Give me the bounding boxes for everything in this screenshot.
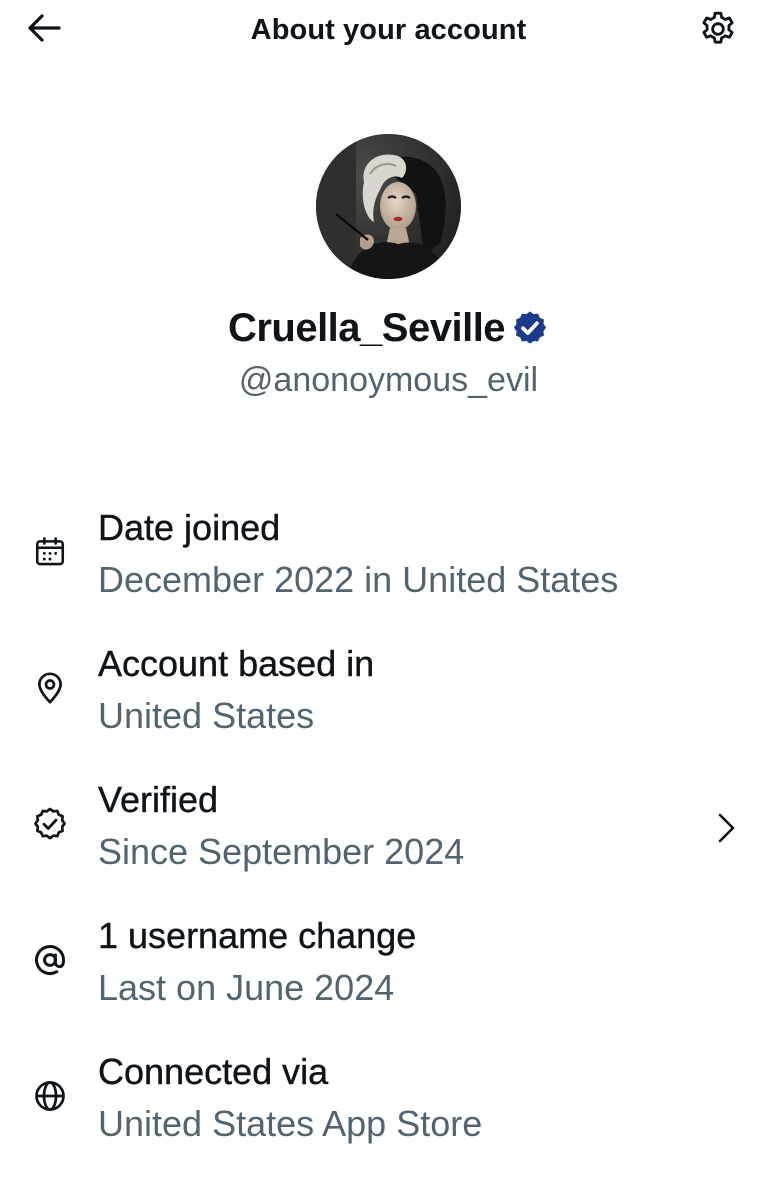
info-title: Account based in bbox=[98, 643, 375, 684]
settings-button[interactable] bbox=[697, 10, 739, 52]
display-name: Cruella_Seville bbox=[227, 306, 506, 350]
list-item-account-based-in: Account based in United States bbox=[0, 636, 777, 772]
info-subtitle: Since September 2024 bbox=[98, 831, 465, 872]
list-item-username-change: 1 username change Last on June 2024 bbox=[0, 908, 777, 1044]
chevron-right-icon[interactable] bbox=[712, 808, 742, 848]
info-title: Verified bbox=[98, 779, 219, 820]
gear-icon bbox=[698, 9, 738, 54]
page-title: About your account bbox=[250, 14, 527, 46]
list-item-date-joined: Date joined December 2022 in United Stat… bbox=[0, 500, 777, 636]
calendar-icon bbox=[30, 532, 70, 572]
info-subtitle: United States bbox=[98, 695, 315, 736]
location-pin-icon bbox=[30, 668, 70, 708]
globe-icon bbox=[30, 1076, 70, 1116]
top-bar: About your account bbox=[0, 0, 777, 62]
list-item-connected-via: Connected via United States App Store bbox=[0, 1044, 777, 1180]
info-subtitle: December 2022 in United States bbox=[98, 559, 619, 600]
list-item-verified[interactable]: Verified Since September 2024 bbox=[0, 772, 777, 908]
at-sign-icon bbox=[30, 940, 70, 980]
info-subtitle: Last on June 2024 bbox=[98, 967, 395, 1008]
verified-check-icon bbox=[30, 804, 70, 844]
info-subtitle: United States App Store bbox=[98, 1103, 483, 1144]
handle: @anonoymous_evil bbox=[238, 361, 539, 399]
verified-badge-icon[interactable] bbox=[511, 309, 549, 347]
info-title: 1 username change bbox=[98, 915, 417, 956]
info-title: Connected via bbox=[98, 1051, 329, 1092]
display-name-row: Cruella_Seville bbox=[0, 304, 777, 352]
info-title: Date joined bbox=[98, 507, 281, 548]
account-info-list: Date joined December 2022 in United Stat… bbox=[0, 500, 777, 1180]
avatar[interactable] bbox=[316, 134, 461, 279]
